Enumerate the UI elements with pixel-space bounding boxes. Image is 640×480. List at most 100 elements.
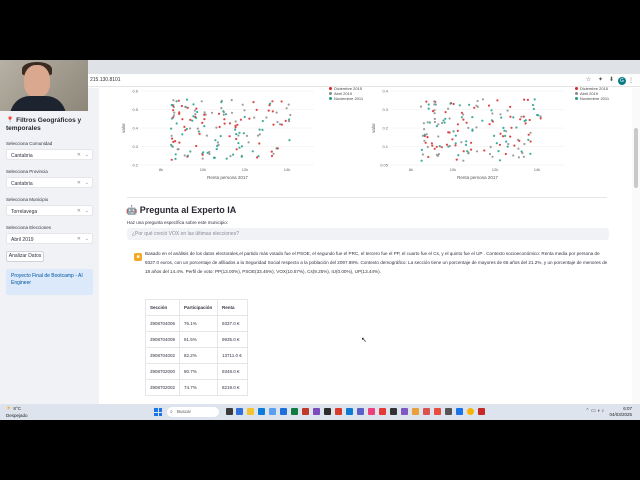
scatter-point	[506, 109, 509, 112]
scatter-point	[481, 98, 485, 101]
vscode-icon[interactable]	[346, 408, 353, 415]
scatter-point	[462, 150, 465, 153]
app-icon[interactable]	[445, 408, 452, 415]
widgets-icon[interactable]	[236, 408, 243, 415]
scatter-plot-right[interactable]: 0.4 0.3 0.2 0.1 0.05 8k 10k 12k 14k Renta persona…	[369, 83, 569, 193]
taskbar-clock[interactable]: 6:07 04/03/2025	[609, 406, 632, 417]
scatter-point	[427, 103, 430, 106]
chevron-down-icon[interactable]: ⌄	[85, 152, 89, 158]
legend-dot	[575, 87, 578, 91]
select-provincia[interactable]: Cantabria ✕ ⌄	[6, 177, 93, 188]
chevron-down-icon[interactable]: ⌄	[85, 180, 89, 186]
clear-icon[interactable]: ✕	[77, 152, 81, 158]
page-scrollbar[interactable]	[632, 88, 640, 420]
scatter-point	[422, 122, 425, 125]
scatter-point	[513, 144, 516, 147]
app-icon[interactable]	[478, 408, 485, 415]
scatter-point	[505, 140, 508, 143]
app-icon[interactable]	[324, 408, 331, 415]
select-value: Torrelavega	[11, 209, 38, 215]
start-button[interactable]	[154, 408, 162, 416]
store-icon[interactable]	[269, 408, 276, 415]
scatter-point	[517, 156, 520, 159]
select-elecciones[interactable]: Abril 2019 ✕ ⌄	[6, 233, 93, 244]
app-icon[interactable]	[401, 408, 408, 415]
scatter-point	[444, 111, 447, 114]
system-tray-icons[interactable]: ⌃ ▭ ◖ ♪	[585, 408, 604, 414]
select-municipio[interactable]: Torrelavega ✕ ⌄	[6, 205, 93, 216]
outlook-icon[interactable]	[280, 408, 287, 415]
downloads-icon[interactable]: ⬇	[608, 77, 615, 84]
clear-icon[interactable]: ✕	[77, 180, 81, 186]
ai-section-heading: 🤖 Pregunta al Experto IA	[126, 205, 237, 215]
scatter-point	[216, 141, 219, 144]
excel-icon[interactable]	[291, 408, 298, 415]
clear-icon[interactable]: ✕	[77, 208, 81, 214]
weather-widget[interactable]: ☀ 8°C Despejado	[6, 406, 28, 418]
app-icon[interactable]	[390, 408, 397, 415]
file-explorer-icon[interactable]	[247, 408, 254, 415]
scatter-point	[523, 98, 526, 101]
table-cell: 3908704009	[144, 331, 181, 348]
app-icon[interactable]	[379, 408, 386, 415]
scatter-point	[451, 138, 454, 141]
app-icon[interactable]	[423, 408, 430, 415]
main-content: 0.6 0.5 0.4 0.3 0.2 8k 10k 12k 14k Renta persona …	[99, 86, 630, 420]
scatter-point	[177, 99, 180, 102]
scatter-point	[470, 141, 473, 144]
scatter-point	[456, 123, 459, 126]
table-cell: 3908704006	[144, 315, 181, 332]
column-header: Participación	[179, 299, 219, 316]
scrollbar-thumb[interactable]	[634, 128, 638, 188]
app-icon[interactable]	[368, 408, 375, 415]
table-row: 3908702002 74.7% 8219.0 €	[144, 379, 249, 396]
x-tick-label: 8k	[409, 167, 413, 172]
scatter-point	[269, 102, 272, 105]
scatter-point	[222, 113, 225, 116]
star-icon[interactable]: ☆	[585, 77, 592, 84]
select-comunidad[interactable]: Cantabria ✕ ⌄	[6, 149, 93, 160]
edge-icon[interactable]	[258, 408, 265, 415]
scatter-point	[458, 104, 461, 107]
scatter-point	[509, 105, 512, 108]
scatter-point	[174, 153, 177, 156]
app-icon[interactable]	[434, 408, 441, 415]
app-icon[interactable]	[412, 408, 419, 415]
analyze-button[interactable]: Analizar Datos	[6, 251, 44, 262]
y-tick-label: 0.2	[382, 126, 388, 131]
scatter-point	[272, 152, 275, 155]
chrome-icon[interactable]	[467, 408, 474, 415]
scatter-point	[288, 139, 291, 142]
url-text[interactable]: 215.130.8101	[90, 77, 121, 83]
scatter-point	[539, 115, 542, 118]
scatter-point	[495, 142, 498, 145]
teams-icon[interactable]	[357, 408, 364, 415]
scatter-point	[471, 116, 474, 119]
scatter-point	[189, 118, 192, 121]
scatter-point	[220, 101, 223, 104]
chevron-down-icon[interactable]: ⌄	[85, 236, 89, 242]
webcam-person-body	[10, 96, 66, 111]
select-value: Cantabria	[11, 153, 33, 159]
ai-question-input[interactable]: ¿Por qué creció VOX en las últimas elecc…	[127, 228, 609, 240]
taskbar-search[interactable]: ⌕ Buscar	[167, 407, 219, 417]
scatter-plot-left[interactable]: 0.6 0.5 0.4 0.3 0.2 8k 10k 12k 14k Renta persona …	[119, 83, 319, 193]
scatter-point	[271, 110, 274, 113]
app-icon[interactable]	[335, 408, 342, 415]
scatter-point	[245, 134, 249, 137]
scatter-point	[509, 115, 512, 118]
task-view-icon[interactable]	[226, 408, 233, 415]
scatter-point	[219, 135, 222, 138]
clear-icon[interactable]: ✕	[77, 236, 81, 242]
extensions-icon[interactable]: ✦	[597, 77, 604, 84]
app-icon[interactable]	[302, 408, 309, 415]
scatter-point	[173, 111, 176, 114]
app-icon[interactable]	[313, 408, 320, 415]
filter-label-municipio: Selecciona Municipio	[6, 197, 49, 202]
app-icon[interactable]	[456, 408, 463, 415]
scatter-point	[195, 144, 198, 148]
chevron-down-icon[interactable]: ⌄	[85, 208, 89, 214]
profile-avatar[interactable]: G	[618, 77, 626, 85]
more-menu-icon[interactable]: ⋮	[628, 77, 634, 84]
scatter-point	[224, 113, 228, 116]
